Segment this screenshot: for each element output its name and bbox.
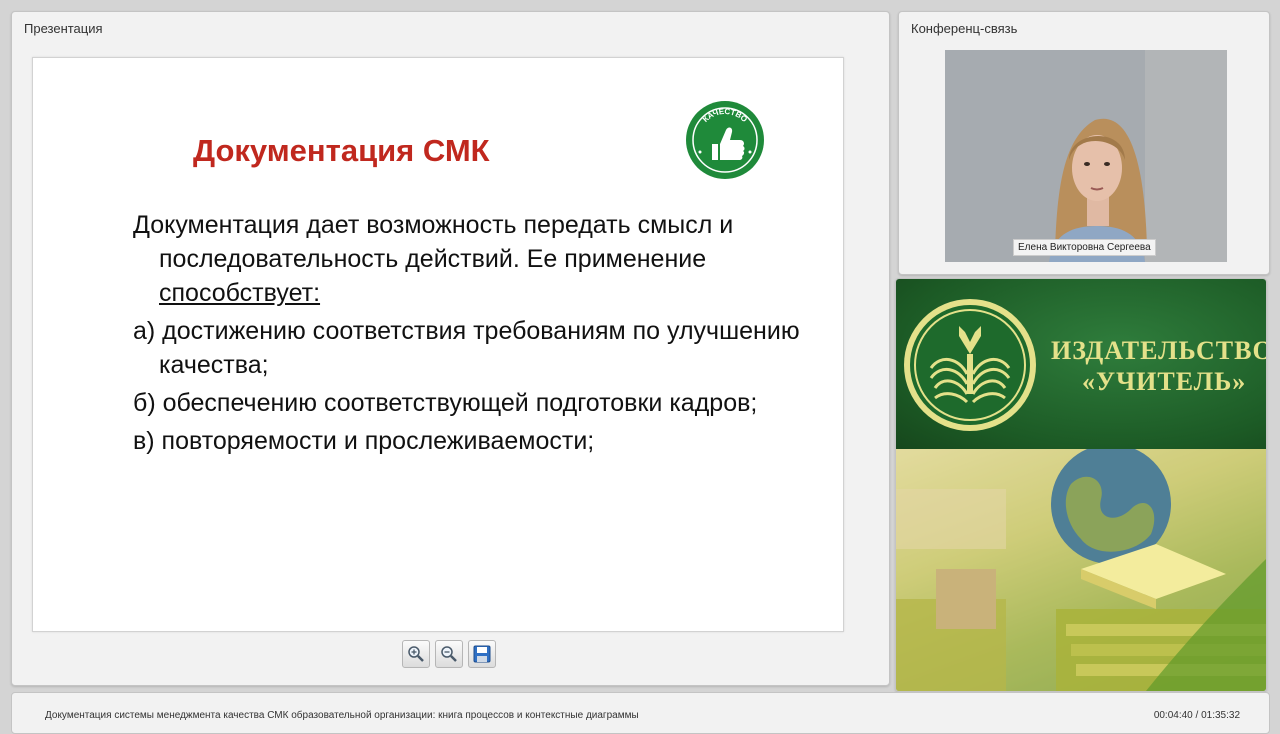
slide-item-a: а) достижению соответствия требованиям п…: [133, 317, 800, 379]
participant-image: [945, 50, 1227, 262]
zoom-in-button[interactable]: [402, 640, 430, 668]
playback-time: 00:04:40 / 01:35:32: [1153, 710, 1240, 721]
quality-badge-icon: КАЧЕСТВО: [686, 101, 764, 179]
conference-panel: Конференц-связь Елена Викторовна Сергеев…: [898, 11, 1270, 275]
save-button[interactable]: [468, 640, 496, 668]
save-icon: [473, 645, 491, 663]
participant-name-label: Елена Викторовна Сергеева: [1013, 239, 1156, 256]
presentation-panel-title: Презентация: [24, 21, 103, 36]
promo-books-image: [896, 449, 1266, 691]
slide-item-c: в) повторяемости и прослеживаемости;: [133, 427, 595, 455]
webinar-title: Документация системы менеджмента качеств…: [45, 710, 639, 721]
slide-intro: Документация дает возможность передать с…: [133, 208, 823, 310]
publisher-name-line1: ИЗДАТЕЛЬСТВО: [1051, 336, 1267, 365]
conference-panel-title: Конференц-связь: [911, 21, 1018, 36]
participant-video[interactable]: Елена Викторовна Сергеева: [945, 50, 1227, 262]
books-globe-illustration: [896, 449, 1266, 691]
slide-intro-underlined: способствует:: [159, 279, 321, 307]
zoom-out-icon: [441, 646, 457, 662]
promo-banner: ИЗДАТЕЛЬСТВО «УЧИТЕЛЬ»: [896, 279, 1266, 449]
slide: Документация СМК КАЧЕСТВО Документация д…: [32, 57, 844, 632]
publisher-name-line2: «УЧИТЕЛЬ»: [1082, 367, 1247, 396]
slide-body: Документация дает возможность передать с…: [133, 208, 823, 462]
slide-title: Документация СМК: [193, 133, 490, 168]
zoom-out-button[interactable]: [435, 640, 463, 668]
presentation-panel: Презентация Документация СМК КАЧЕСТВО До…: [11, 11, 890, 686]
publisher-logo-icon: [904, 299, 1036, 431]
publisher-promo-panel: ИЗДАТЕЛЬСТВО «УЧИТЕЛЬ»: [895, 278, 1267, 692]
zoom-in-icon: [408, 646, 424, 662]
footer-bar: Документация системы менеджмента качеств…: [11, 692, 1270, 734]
slide-intro-text: Документация дает возможность передать с…: [133, 211, 734, 273]
slide-item-b: б) обеспечению соответствующей подготовк…: [133, 389, 758, 417]
